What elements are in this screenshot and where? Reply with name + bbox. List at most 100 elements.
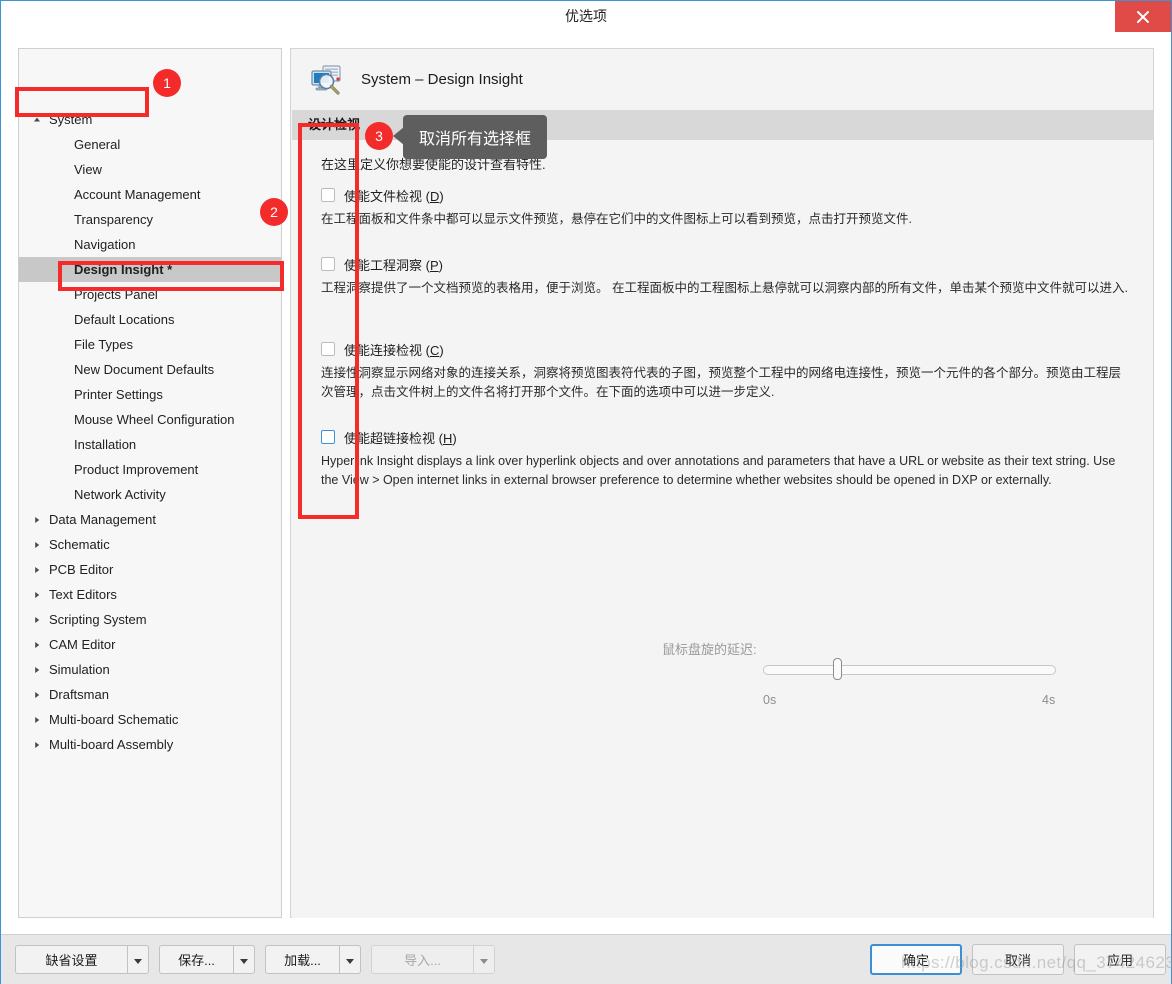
sidebar-item-printer-settings[interactable]: Printer Settings bbox=[19, 382, 281, 407]
footer-button-4-dropdown[interactable] bbox=[473, 945, 495, 974]
title-bar: 优选项 bbox=[1, 1, 1171, 33]
sidebar-item-design-insight[interactable]: Design Insight * bbox=[19, 257, 281, 282]
sidebar-item-default-locations[interactable]: Default Locations bbox=[19, 307, 281, 332]
sidebar-item-transparency[interactable]: Transparency bbox=[19, 207, 281, 232]
option-row[interactable]: 使能连接检视 (C) bbox=[321, 340, 1133, 358]
option-label-text: 使能文件检视 bbox=[344, 188, 423, 204]
hover-delay-min-label: 0s bbox=[763, 693, 777, 707]
chevron-right-icon[interactable] bbox=[32, 657, 42, 682]
chevron-right-icon[interactable] bbox=[32, 707, 42, 732]
sidebar-item-file-types[interactable]: File Types bbox=[19, 332, 281, 357]
option-group: 使能工程洞察 (P) 工程洞察提供了一个文档预览的表格用，便于浏览。 在工程面板中… bbox=[321, 255, 1133, 298]
hover-delay-slider-thumb[interactable] bbox=[833, 658, 842, 680]
apply-button[interactable]: 应用 bbox=[1074, 944, 1166, 975]
footer-button-1[interactable]: 缺省设置 bbox=[15, 945, 127, 974]
content-header: System – Design Insight bbox=[291, 49, 1153, 110]
sidebar-item-label: Printer Settings bbox=[74, 387, 163, 402]
design-insight-panel: 在这里定义你想要使能的设计查看特性. 使能文件检视 (D) 在工程面板和文件条中都… bbox=[292, 140, 1153, 918]
footer-button-3-dropdown[interactable] bbox=[339, 945, 361, 974]
ok-button[interactable]: 确定 bbox=[870, 944, 962, 975]
sidebar-item-installation[interactable]: Installation bbox=[19, 432, 281, 457]
close-icon[interactable] bbox=[1115, 1, 1171, 32]
sidebar-item-multi-board-schematic[interactable]: Multi-board Schematic bbox=[19, 707, 281, 732]
sidebar-item-label: Account Management bbox=[74, 187, 201, 202]
preferences-dialog: 优选项 System General View Account Management T… bbox=[0, 0, 1172, 984]
sidebar-item-label: Scripting System bbox=[49, 612, 147, 627]
sidebar-item-simulation[interactable]: Simulation bbox=[19, 657, 281, 682]
sidebar-item-network-activity[interactable]: Network Activity bbox=[19, 482, 281, 507]
hover-delay-label: 鼠标盘旋的延迟: bbox=[662, 642, 757, 657]
settings-tree[interactable]: System General View Account Management Trans… bbox=[19, 107, 281, 917]
option-description: 连接性洞察显示网络对象的连接关系，洞察将预览图表符代表的子图，预览整个工程中的网… bbox=[321, 366, 1122, 399]
option-label: 使能连接检视 (C) bbox=[344, 340, 444, 359]
button-label: 确定 bbox=[902, 953, 929, 968]
footer-button-3[interactable]: 加载... bbox=[265, 945, 339, 974]
checkbox-3[interactable] bbox=[321, 342, 335, 356]
sidebar-item-label: Design Insight * bbox=[74, 262, 173, 277]
content-panel: System – Design Insight 设计检视 在这里定义你想要使能的… bbox=[290, 48, 1154, 918]
option-label: 使能文件检视 (D) bbox=[344, 186, 444, 205]
sidebar-item-system[interactable]: System bbox=[19, 107, 281, 132]
footer-button-2[interactable]: 保存... bbox=[159, 945, 233, 974]
sidebar-item-data-management[interactable]: Data Management bbox=[19, 507, 281, 532]
option-row[interactable]: 使能工程洞察 (P) bbox=[321, 255, 1133, 273]
footer-button-label: 缺省设置 bbox=[45, 953, 98, 968]
option-row[interactable]: 使能文件检视 (D) bbox=[321, 186, 1133, 204]
checkbox-2[interactable] bbox=[321, 257, 335, 271]
sidebar-item-multi-board-assembly[interactable]: Multi-board Assembly bbox=[19, 732, 281, 757]
option-label-text: 使能连接检视 bbox=[344, 342, 423, 358]
sidebar-item-mouse-wheel-configuration[interactable]: Mouse Wheel Configuration bbox=[19, 407, 281, 432]
sidebar-item-cam-editor[interactable]: CAM Editor bbox=[19, 632, 281, 657]
chevron-down-icon[interactable] bbox=[32, 107, 42, 132]
option-accelerator: (D) bbox=[422, 188, 444, 204]
cancel-button[interactable]: 取消 bbox=[972, 944, 1064, 975]
chevron-right-icon[interactable] bbox=[32, 557, 42, 582]
page-title: System – Design Insight bbox=[361, 71, 523, 88]
sidebar-item-text-editors[interactable]: Text Editors bbox=[19, 582, 281, 607]
sidebar-item-product-improvement[interactable]: Product Improvement bbox=[19, 457, 281, 482]
chevron-down-icon bbox=[346, 952, 354, 967]
sidebar-item-account-management[interactable]: Account Management bbox=[19, 182, 281, 207]
sidebar-item-pcb-editor[interactable]: PCB Editor bbox=[19, 557, 281, 582]
button-label: 应用 bbox=[1106, 953, 1133, 968]
sidebar-item-scripting-system[interactable]: Scripting System bbox=[19, 607, 281, 632]
sidebar-item-new-document-defaults[interactable]: New Document Defaults bbox=[19, 357, 281, 382]
sidebar-item-navigation[interactable]: Navigation bbox=[19, 232, 281, 257]
footer-button-label: 加载... bbox=[284, 953, 321, 968]
tab-design-insight[interactable]: 设计检视 bbox=[300, 110, 368, 140]
chevron-right-icon[interactable] bbox=[32, 507, 42, 532]
option-label-text: 使能超链接检视 bbox=[344, 430, 436, 446]
sidebar-item-schematic[interactable]: Schematic bbox=[19, 532, 281, 557]
hover-delay-slider[interactable] bbox=[763, 665, 1056, 675]
sidebar-item-label: Projects Panel bbox=[74, 287, 158, 302]
sidebar-item-label: PCB Editor bbox=[49, 562, 114, 577]
checkbox-1[interactable] bbox=[321, 188, 335, 202]
footer-button-2-dropdown[interactable] bbox=[233, 945, 255, 974]
sidebar-item-general[interactable]: General bbox=[19, 132, 281, 157]
option-row[interactable]: 使能超链接检视 (H) bbox=[321, 428, 1133, 446]
sidebar-item-label: Draftsman bbox=[49, 687, 109, 702]
dialog-body: System General View Account Management Trans… bbox=[1, 32, 1171, 934]
option-accelerator: (P) bbox=[422, 257, 443, 273]
footer-button-4: 导入... bbox=[371, 945, 473, 974]
chevron-right-icon[interactable] bbox=[32, 582, 42, 607]
window-title: 优选项 bbox=[565, 8, 607, 24]
option-label: 使能超链接检视 (H) bbox=[344, 428, 457, 447]
chevron-right-icon[interactable] bbox=[32, 532, 42, 557]
chevron-right-icon[interactable] bbox=[32, 682, 42, 707]
option-description: 在工程面板和文件条中都可以显示文件预览，悬停在它们中的文件图标上可以看到预览，点… bbox=[321, 212, 912, 226]
chevron-right-icon[interactable] bbox=[32, 632, 42, 657]
option-description: Hyperlink Insight displays a link over h… bbox=[321, 454, 1116, 487]
sidebar-item-label: Installation bbox=[74, 437, 137, 452]
sidebar-item-projects-panel[interactable]: Projects Panel bbox=[19, 282, 281, 307]
chevron-right-icon[interactable] bbox=[32, 607, 42, 632]
sidebar-item-draftsman[interactable]: Draftsman bbox=[19, 682, 281, 707]
sidebar-item-view[interactable]: View bbox=[19, 157, 281, 182]
sidebar-item-label: Simulation bbox=[49, 662, 110, 677]
checkbox-4[interactable] bbox=[321, 430, 335, 444]
monitor-magnifier-icon bbox=[309, 62, 345, 98]
sidebar-item-label: Data Management bbox=[49, 512, 156, 527]
footer-button-1-dropdown[interactable] bbox=[127, 945, 149, 974]
chevron-right-icon[interactable] bbox=[32, 732, 42, 757]
sidebar-item-label: Default Locations bbox=[74, 312, 175, 327]
